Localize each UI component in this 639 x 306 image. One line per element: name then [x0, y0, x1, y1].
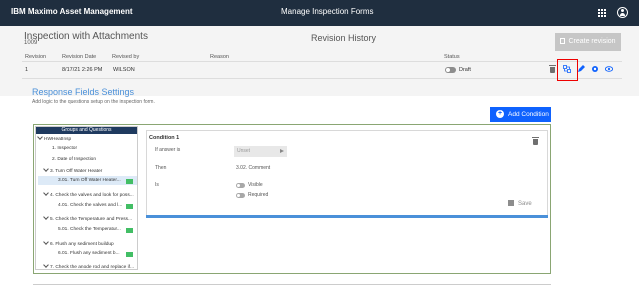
chevron-down-icon	[37, 134, 43, 140]
section-title: Response Fields Settings	[32, 87, 135, 97]
form-id: 1009	[24, 40, 38, 46]
plus-icon: +	[496, 110, 504, 118]
condition-card-accent	[146, 215, 548, 218]
delete-icon[interactable]	[549, 65, 556, 73]
chevron-down-icon	[43, 190, 49, 196]
cell-revised-by: WILSON	[113, 67, 135, 73]
revision-history-title: Revision History	[311, 33, 377, 43]
tree-item[interactable]: HWHeatInsp	[37, 134, 71, 142]
visible-toggle[interactable]	[236, 183, 245, 188]
form-title: Inspection with Attachments	[24, 31, 148, 42]
col-status: Status	[444, 54, 460, 60]
then-question: 3.02. Comment	[236, 165, 271, 171]
chevron-down-icon	[43, 239, 49, 245]
answer-dropdown[interactable]: Unset	[234, 146, 287, 157]
is-label: Is	[155, 182, 159, 188]
tree-header: Groups and Questions	[36, 127, 137, 134]
tree-item[interactable]: 4.01. Check the valves and l...	[58, 203, 122, 208]
tree-item[interactable]: 6. Flush any sediment buildup	[43, 239, 114, 247]
add-condition-label: Add Condition	[508, 111, 549, 118]
cell-date: 8/17/21 2:26 PM	[62, 67, 103, 73]
visible-label: Visible	[248, 182, 263, 188]
status-toggle[interactable]	[445, 67, 456, 73]
condition-tag-icon	[126, 252, 133, 257]
col-reason: Reason	[210, 54, 229, 60]
delete-condition-icon[interactable]	[532, 137, 539, 145]
col-revision-date: Revision Date	[62, 54, 97, 60]
tree-item[interactable]: 4. Check the valves and look for poss...	[43, 190, 134, 198]
condition-tag-icon	[126, 204, 133, 209]
save-icon[interactable]	[508, 200, 514, 206]
table-divider	[22, 61, 622, 62]
add-condition-button[interactable]: + Add Condition	[490, 107, 551, 122]
user-avatar-icon[interactable]	[617, 7, 628, 18]
chevron-down-icon	[43, 166, 49, 172]
document-icon	[560, 38, 566, 44]
app-switcher-icon[interactable]	[598, 9, 607, 18]
condition-card	[146, 130, 548, 216]
tree-item[interactable]: 5.01. Check the Temperatur...	[58, 227, 121, 232]
required-toggle[interactable]	[236, 193, 245, 198]
table-divider	[22, 78, 622, 79]
dropdown-arrow-icon	[280, 149, 284, 153]
dropdown-value: Unset	[237, 148, 251, 154]
top-bar: IBM Maximo Asset Management Manage Inspe…	[0, 0, 639, 26]
tree-item[interactable]: 1. Inspector	[52, 146, 77, 151]
condition-tag-icon	[126, 228, 133, 233]
section-description: Add logic to the questions setup on the …	[32, 99, 155, 105]
page-divider	[33, 284, 551, 285]
col-revision: Revision	[25, 54, 47, 60]
tree-item[interactable]: 7. Check the anode rod and replace if...	[43, 262, 134, 269]
chevron-down-icon	[43, 262, 49, 268]
chevron-down-icon	[43, 214, 49, 220]
if-label: If answer is	[155, 147, 181, 153]
col-revised-by: Revised by	[112, 54, 140, 60]
cell-revision: 1	[25, 67, 29, 73]
tree-item[interactable]: 6.01. Flush any sediment b...	[58, 251, 120, 256]
questions-tree: Groups and Questions HWHeatInsp 1. Inspe…	[35, 126, 138, 270]
create-revision-button[interactable]: Create revision	[555, 33, 621, 51]
tree-item[interactable]: 3. Turn Off Water Heater	[43, 166, 102, 174]
preview-eye-icon[interactable]	[605, 65, 613, 73]
create-revision-label: Create revision	[568, 38, 616, 45]
page-title: Manage Inspection Forms	[281, 7, 374, 16]
app-brand: IBM Maximo Asset Management	[11, 7, 133, 16]
condition-title: Condition 1	[149, 135, 180, 141]
tree-item[interactable]: 5. Check the Temperature and Press...	[43, 214, 132, 222]
highlight-box	[557, 59, 578, 81]
tree-item-selected[interactable]: 3.01. Turn Off Water Heater...	[58, 178, 121, 183]
cell-status: Draft	[459, 67, 471, 73]
save-button[interactable]: Save	[518, 201, 532, 207]
edit-icon[interactable]	[577, 65, 585, 73]
tree-item[interactable]: 2. Date of Inspection	[52, 157, 96, 162]
then-label: Then	[155, 165, 167, 171]
required-label: Required	[248, 192, 269, 198]
condition-tag-icon	[126, 179, 133, 184]
settings-gear-icon[interactable]	[591, 65, 599, 73]
